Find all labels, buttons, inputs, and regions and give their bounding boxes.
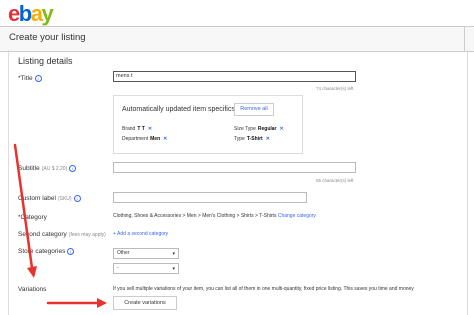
arrow-to-create-variations-button: [46, 298, 107, 308]
arrow-to-variations-label: [13, 143, 37, 278]
annotation-arrows: [13, 143, 107, 308]
